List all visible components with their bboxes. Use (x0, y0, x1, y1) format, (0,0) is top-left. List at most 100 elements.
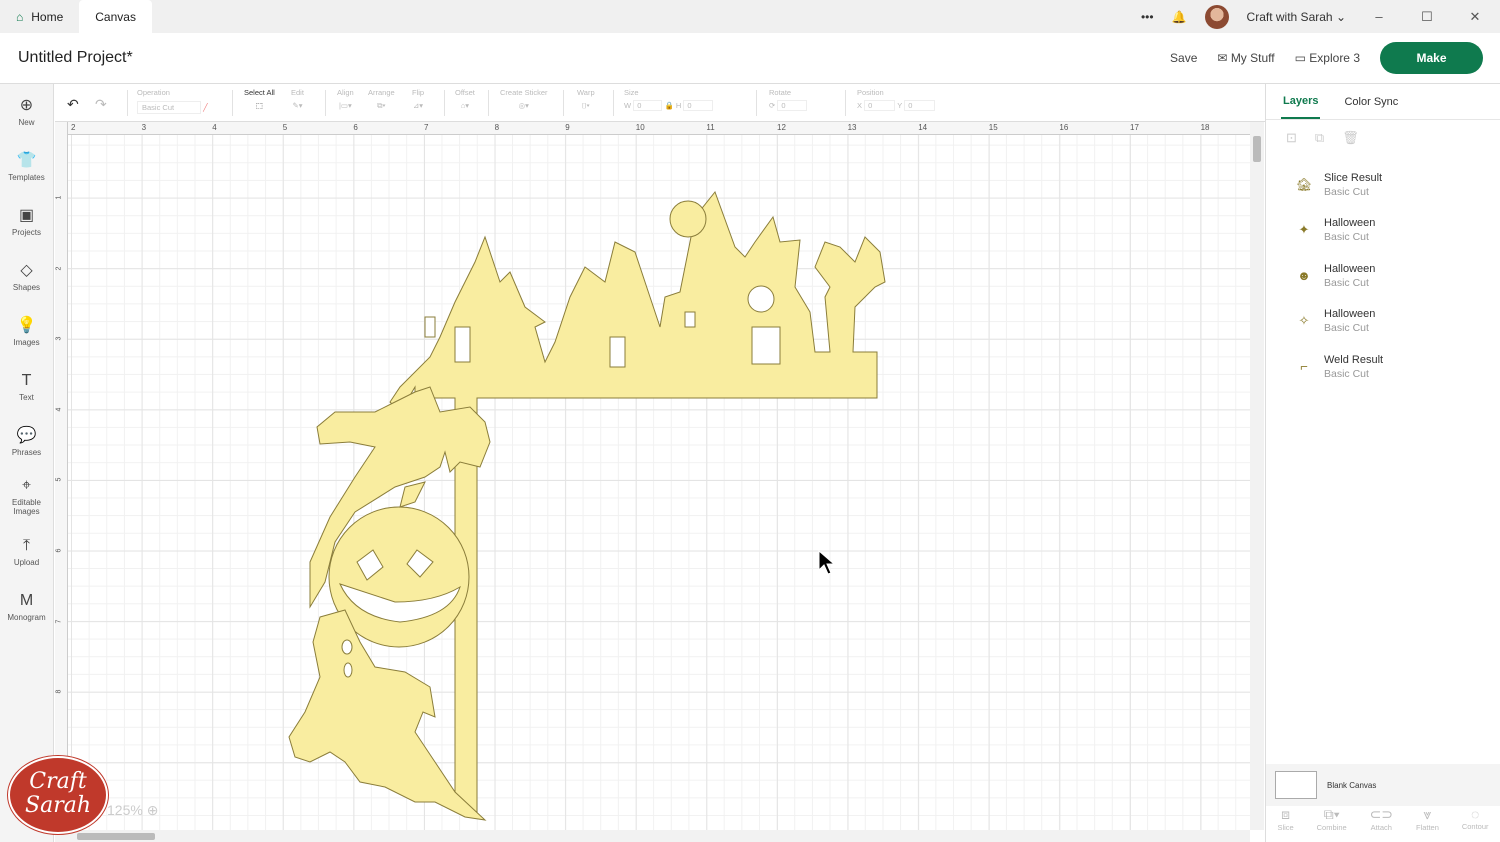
save-button[interactable]: Save (1170, 51, 1197, 65)
templates-icon: 👕 (16, 151, 37, 169)
scroll-thumb[interactable] (1253, 136, 1261, 162)
width-input[interactable]: 0 (633, 100, 663, 111)
images-icon: 💡 (16, 316, 37, 334)
undo-button[interactable]: ↶ (67, 96, 79, 113)
sidebar-item-monogram[interactable]: M Monogram (0, 579, 53, 634)
tab-canvas[interactable]: Canvas (79, 0, 152, 33)
sidebar-item-phrases[interactable]: 💬 Phrases (0, 414, 53, 469)
slice-button[interactable]: ⧈ Slice (1277, 806, 1293, 842)
avatar[interactable] (1204, 4, 1229, 29)
layer-item[interactable]: ✦ Halloween Basic Cut (1266, 208, 1500, 254)
create-sticker-button[interactable]: Create Sticker ◎▾ (500, 88, 548, 110)
text-icon: T (21, 371, 32, 389)
halloween-design[interactable] (55, 122, 1250, 830)
zoom-in-icon[interactable]: ⊕ (147, 802, 159, 818)
flatten-button[interactable]: ⩔ Flatten (1416, 806, 1439, 842)
layer-thumbnail-icon: ☻ (1297, 268, 1311, 284)
phrases-icon: 💬 (16, 426, 37, 444)
x-input[interactable]: 0 (864, 100, 896, 111)
make-button[interactable]: Make (1380, 42, 1483, 74)
moon (669, 200, 707, 238)
vertical-scrollbar[interactable] (1250, 122, 1264, 830)
layer-thumbnail-icon: ⌐ (1300, 359, 1308, 375)
left-sidebar: ⊕ New 👕 Templates ▣ Projects ◇ Shapes 💡 Images T Te… (0, 84, 54, 842)
zoom-control[interactable]: 125% ⊕ (107, 802, 158, 819)
mouse-cursor-icon (818, 550, 836, 575)
sidebar-item-projects[interactable]: ▣ Projects (0, 194, 53, 249)
attach-icon: ⊂⊃ (1369, 806, 1394, 822)
arrange-button[interactable]: Arrange ⧉▾ (368, 88, 395, 111)
slice-icon: ⧈ (1281, 806, 1291, 822)
sidebar-item-images[interactable]: 💡 Images (0, 304, 53, 359)
layer-item[interactable]: ✧ Halloween Basic Cut (1266, 299, 1500, 345)
upload-icon: ⤒ (22, 536, 31, 554)
contour-icon: ◌ (1471, 806, 1480, 822)
sidebar-item-new[interactable]: ⊕ New (0, 84, 53, 139)
close-button[interactable]: ✕ (1460, 9, 1490, 25)
shapes-icon: ◇ (20, 261, 33, 279)
position-controls: Position X 0 Y 0 (857, 88, 936, 111)
pen-color-icon: ╱ (203, 103, 208, 112)
layer-item[interactable]: ⌐ Weld Result Basic Cut (1266, 344, 1500, 390)
minimize-button[interactable]: – (1364, 9, 1394, 24)
sidebar-item-text[interactable]: T Text (0, 359, 53, 414)
sidebar-item-shapes[interactable]: ◇ Shapes (0, 249, 53, 304)
flip-button[interactable]: Flip ⊿▾ (412, 88, 424, 110)
combine-button[interactable]: ⧉▾ Combine (1317, 806, 1347, 842)
horizontal-scrollbar[interactable] (55, 830, 1250, 842)
rotate-icon: ⟳ (769, 101, 776, 110)
layer-actions: ⊡ ⧉ 🗑 (1266, 120, 1500, 156)
mail-icon: ✉ (1217, 51, 1228, 65)
maximize-button[interactable]: ☐ (1412, 9, 1442, 25)
height-input[interactable]: 0 (683, 100, 713, 111)
monogram-icon: M (19, 591, 34, 609)
tab-color-sync[interactable]: Color Sync (1344, 96, 1398, 108)
scroll-thumb[interactable] (77, 833, 155, 840)
machine-icon: ▭ (1294, 51, 1306, 65)
layer-thumbnail-icon: 🏚 (1295, 176, 1313, 192)
design-canvas[interactable]: 2 3 4 5 6 7 8 9 10 11 12 13 14 15 16 17 18 12345678 (55, 122, 1250, 830)
more-button[interactable]: ••• (1141, 10, 1154, 24)
projects-icon: ▣ (18, 206, 35, 224)
sidebar-item-templates[interactable]: 👕 Templates (0, 139, 53, 194)
rotate-control: Rotate ⟳ 0 (769, 88, 807, 111)
craft-with-sarah-logo: Craft Sarah (8, 756, 108, 834)
editable-images-icon: ⌖ (21, 477, 31, 494)
contour-button[interactable]: ◌ Contour (1462, 806, 1489, 842)
project-header: Untitled Project* Save ✉ My Stuff ▭ Expl… (0, 33, 1500, 84)
user-menu[interactable]: Craft with Sarah ⌄ (1247, 10, 1346, 24)
blank-canvas-row[interactable]: Blank Canvas (1266, 764, 1500, 806)
bell-icon[interactable]: 🔔 (1172, 10, 1187, 24)
layer-thumbnail-icon: ✧ (1298, 313, 1310, 329)
select-all-button[interactable]: Select All ⬚ (244, 88, 275, 110)
tab-home[interactable]: ⌂ Home (0, 0, 79, 33)
layer-item[interactable]: 🏚 Slice Result Basic Cut (1266, 162, 1500, 208)
duplicate-icon[interactable]: ⧉ (1315, 130, 1324, 146)
tab-layers[interactable]: Layers (1281, 85, 1321, 119)
align-button[interactable]: Align |▭▾ (337, 88, 354, 110)
group-icon[interactable]: ⊡ (1286, 130, 1297, 146)
trash-icon[interactable]: 🗑 (1342, 130, 1359, 146)
operation-select[interactable]: Operation Basic Cut ╱ (137, 88, 208, 114)
select-all-icon: ⬚ (255, 101, 263, 110)
home-icon: ⌂ (16, 9, 24, 24)
my-stuff-button[interactable]: ✉ My Stuff (1217, 51, 1274, 65)
sidebar-item-upload[interactable]: ⤒ Upload (0, 524, 53, 579)
edit-button[interactable]: Edit ✎▾ (291, 88, 304, 110)
project-title[interactable]: Untitled Project* (18, 49, 133, 67)
y-input[interactable]: 0 (904, 100, 936, 111)
rotate-input[interactable]: 0 (777, 100, 807, 111)
lock-icon[interactable]: 🔒 (664, 101, 673, 110)
haunted-houses-border (389, 190, 886, 813)
combine-icon: ⧉▾ (1323, 806, 1340, 822)
redo-button[interactable]: ↷ (95, 96, 107, 113)
warp-button[interactable]: Warp ⌷▾ (577, 88, 595, 111)
edit-toolbar: ↶ ↷ Operation Basic Cut ╱ Select All ⬚ Edi… (55, 84, 1265, 122)
sidebar-item-editable-images[interactable]: ⌖ Editable Images (0, 469, 53, 524)
pumpkin-stem (399, 481, 426, 508)
offset-button[interactable]: Offset ⌂▾ (455, 88, 475, 110)
attach-button[interactable]: ⊂⊃ Attach (1370, 806, 1393, 842)
layer-item[interactable]: ☻ Halloween Basic Cut (1266, 253, 1500, 299)
chevron-down-icon: ⌄ (1335, 9, 1346, 24)
machine-button[interactable]: ▭ Explore 3 (1295, 51, 1360, 65)
